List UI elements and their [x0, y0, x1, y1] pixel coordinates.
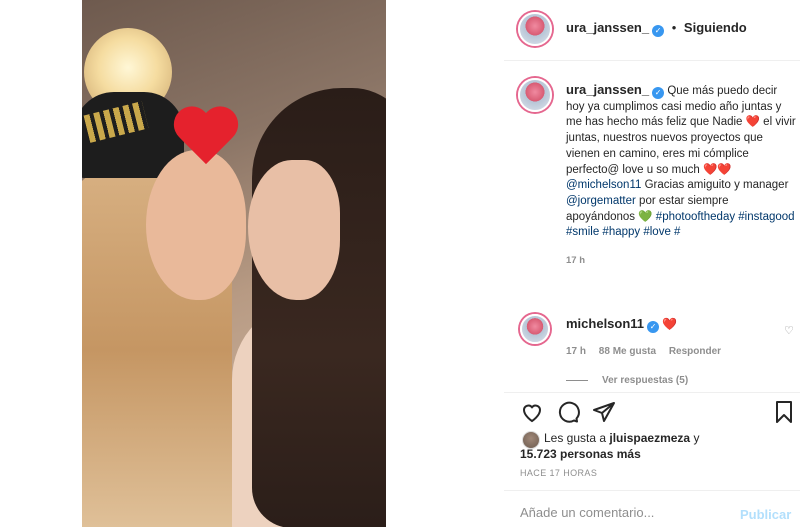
- comment-input[interactable]: Añade un comentario...: [520, 505, 654, 520]
- likes-count[interactable]: 15.723 personas más: [520, 447, 641, 461]
- right-person-hair: [252, 88, 386, 527]
- comment-likes[interactable]: 88 Me gusta: [599, 346, 656, 357]
- mention-link[interactable]: @jorgematter: [566, 195, 636, 207]
- red-heart-emoji: ❤️: [745, 116, 760, 129]
- replies-line: [566, 379, 588, 381]
- author-username[interactable]: ura_janssen_: [566, 20, 649, 35]
- comment-text: ❤️: [662, 317, 678, 331]
- comment: michelson11 ✓ ❤️: [566, 316, 786, 333]
- comment-meta: 17 h 88 Me gusta Responder: [566, 346, 731, 357]
- post-header: ura_janssen_ ✓ • Siguiendo: [566, 20, 747, 37]
- publish-button[interactable]: Publicar: [740, 507, 791, 522]
- verified-badge-icon: ✓: [652, 25, 665, 37]
- mention-link[interactable]: @michelson11: [566, 179, 641, 191]
- comment-time: 17 h: [566, 346, 587, 357]
- caption-avatar[interactable]: [518, 78, 552, 112]
- action-bar: [520, 400, 800, 424]
- share-icon[interactable]: [592, 400, 616, 424]
- caption-time: 17 h: [566, 255, 586, 267]
- commenter-username[interactable]: michelson11: [566, 316, 644, 331]
- following-button[interactable]: Siguiendo: [684, 20, 747, 35]
- header-separator: •: [671, 20, 677, 35]
- post-photo[interactable]: [82, 0, 386, 527]
- post-caption: ura_janssen_ ✓ Que más puedo decir hoy ya…: [566, 82, 796, 269]
- green-heart-emoji: 💚: [638, 210, 653, 223]
- view-replies-label: Ver respuestas (5): [602, 375, 689, 386]
- heart-icon[interactable]: [520, 400, 544, 424]
- likes-connector: y: [693, 431, 700, 445]
- heart-sticker-icon: [172, 104, 242, 174]
- liker-username[interactable]: jluispaezmeza: [609, 431, 690, 445]
- actions-divider: [504, 392, 800, 393]
- red-hearts-emoji: ❤️❤️: [702, 163, 732, 176]
- verified-badge-icon: ✓: [652, 87, 665, 99]
- comment-icon[interactable]: [556, 400, 580, 424]
- likes-summary: Les gusta a jluispaezmeza y 15.723 perso…: [520, 430, 699, 462]
- input-divider: [504, 490, 800, 491]
- likes-prefix: Les gusta a: [544, 431, 607, 445]
- comment-like-icon[interactable]: ♡: [784, 324, 794, 337]
- view-replies-button[interactable]: Ver respuestas (5): [566, 375, 688, 386]
- reply-button[interactable]: Responder: [669, 346, 721, 357]
- header-divider: [504, 60, 800, 61]
- bookmark-icon[interactable]: [772, 400, 796, 424]
- caption-text-3: Gracias amiguito y manager: [644, 179, 789, 192]
- post-timestamp: HACE 17 HORAS: [520, 468, 598, 478]
- commenter-avatar[interactable]: [520, 314, 550, 344]
- caption-username[interactable]: ura_janssen_: [566, 82, 649, 97]
- right-person-face: [248, 160, 340, 300]
- author-avatar[interactable]: [518, 12, 552, 46]
- verified-badge-icon: ✓: [647, 321, 660, 333]
